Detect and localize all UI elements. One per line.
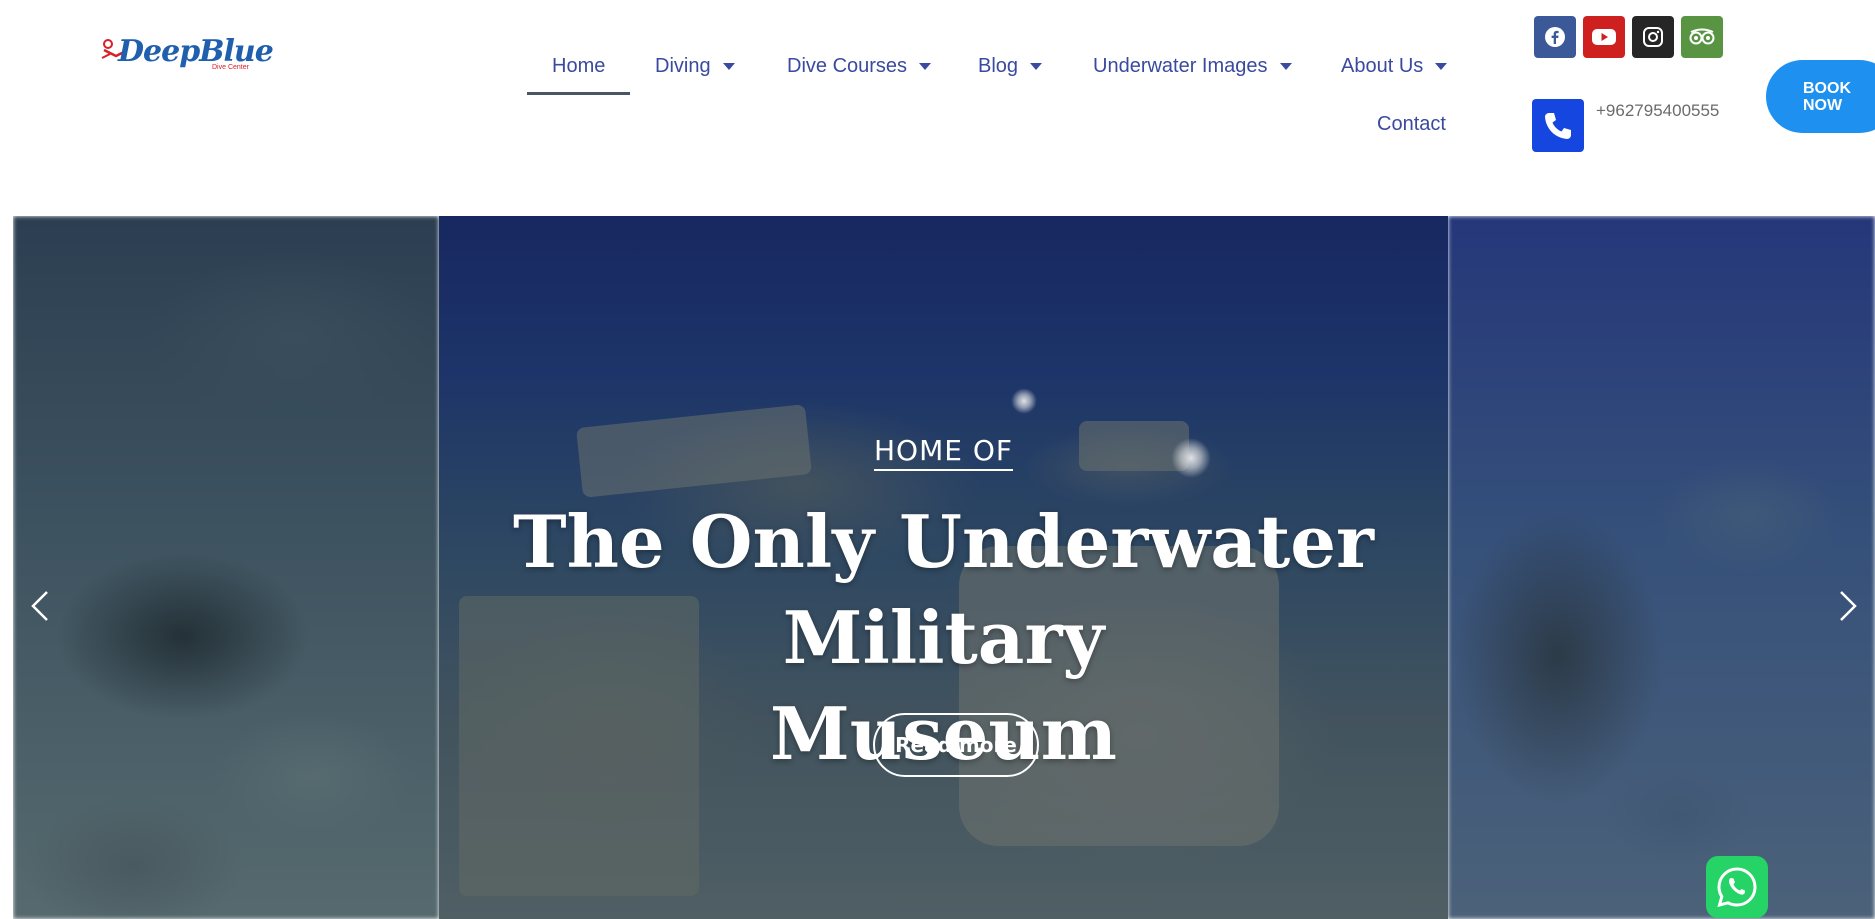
prev-slide-preview xyxy=(13,216,439,919)
tripadvisor-icon xyxy=(1689,28,1715,45)
youtube-link[interactable] xyxy=(1583,16,1625,58)
youtube-icon xyxy=(1592,29,1616,45)
nav-underwater-images-label: Underwater Images xyxy=(1093,55,1268,77)
nav-about-us-label: About Us xyxy=(1341,55,1424,77)
logo-text: DeepBlue xyxy=(118,34,274,69)
nav-diving-label: Diving xyxy=(655,55,711,77)
nav-active-indicator xyxy=(527,92,630,95)
caret-down-icon xyxy=(1030,63,1043,70)
whatsapp-button[interactable] xyxy=(1706,856,1768,918)
nav-blog-label: Blog xyxy=(978,55,1019,77)
chevron-right-icon xyxy=(1840,591,1857,621)
hero-slide: HOME OF The Only Underwater Military Mus… xyxy=(439,216,1448,919)
caret-down-icon xyxy=(1435,63,1448,70)
facebook-icon xyxy=(1545,27,1565,47)
chevron-left-icon xyxy=(31,591,48,621)
hero-kicker-text: HOME OF xyxy=(874,434,1013,471)
book-now-button[interactable]: BOOK NOW xyxy=(1766,60,1875,133)
instagram-link[interactable] xyxy=(1632,16,1674,58)
caret-down-icon xyxy=(722,63,735,70)
next-slide-arrow[interactable] xyxy=(1833,586,1863,626)
nav-underwater-images[interactable]: Underwater Images xyxy=(1093,55,1292,78)
nav-dive-courses-label: Dive Courses xyxy=(787,55,908,77)
book-now-line2: NOW xyxy=(1803,96,1843,114)
hero-kicker: HOME OF xyxy=(439,434,1448,471)
next-slide-preview xyxy=(1448,216,1875,919)
nav-diving[interactable]: Diving xyxy=(655,55,735,78)
hero-slider: HOME OF The Only Underwater Military Mus… xyxy=(13,216,1875,919)
nav-contact-label: Contact xyxy=(1377,113,1446,135)
read-more-button[interactable]: Read more xyxy=(873,713,1039,777)
nav-home-label: Home xyxy=(552,55,606,77)
prev-slide-arrow[interactable] xyxy=(25,586,55,626)
nav-dive-courses[interactable]: Dive Courses xyxy=(787,55,932,78)
site-logo[interactable]: DeepBlue Dive Center xyxy=(100,34,274,74)
caret-down-icon xyxy=(1279,63,1292,70)
nav-about-us[interactable]: About Us xyxy=(1341,55,1448,78)
hero-title-line1: The Only Underwater Military xyxy=(513,499,1374,680)
nav-contact[interactable]: Contact xyxy=(1377,113,1446,136)
nav-home[interactable]: Home xyxy=(552,55,605,78)
logo-subtext: Dive Center xyxy=(212,64,249,71)
instagram-icon xyxy=(1643,27,1663,47)
tripadvisor-link[interactable] xyxy=(1681,16,1723,58)
nav-blog[interactable]: Blog xyxy=(978,55,1043,78)
caret-down-icon xyxy=(919,63,932,70)
phone-number[interactable]: +962795400555 xyxy=(1596,101,1719,121)
read-more-label: Read more xyxy=(895,733,1017,757)
phone-button[interactable] xyxy=(1532,99,1584,152)
whatsapp-icon xyxy=(1717,867,1757,908)
facebook-link[interactable] xyxy=(1534,16,1576,58)
phone-icon xyxy=(1545,112,1571,139)
book-now-line1: BOOK xyxy=(1803,79,1851,97)
